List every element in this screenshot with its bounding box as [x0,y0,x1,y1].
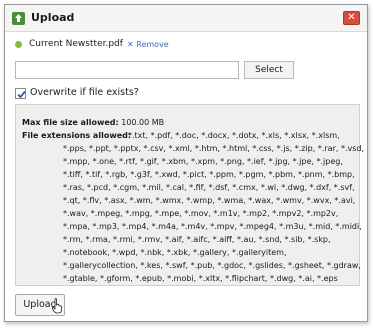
extensions-line: *.ras, *.pcd, *.cgm, *.mil, *.cal, *.fif… [63,183,355,192]
extensions-line: *.mpa, *.mp3, *.mp4, *.m4a, *.m4v, *.mpv… [63,222,362,231]
extensions-label: File extensions allowed: [22,131,132,140]
remove-icon: ✕ [127,40,134,49]
select-button[interactable]: Select [244,61,294,79]
extensions-line: *.qt, *.flv, *.asx, *.wm, *.wmx, *.wmp, … [63,196,356,205]
upload-restrictions-panel: Max file size allowed: 100.00 MB File ex… [15,104,364,286]
extensions-line: *.mpp, *.one, *.rtf, *.gif, *.xbm, *.xpm… [63,157,343,166]
file-path-input[interactable] [15,61,239,79]
remove-link[interactable]: ✕ Remove [127,40,169,49]
status-dot-icon [15,41,22,48]
remove-label: Remove [136,40,169,49]
extensions-line: *.rm, *.rma, *.rmi, *.rmv, *.aif, *.aifc… [63,235,331,244]
overwrite-label: Overwrite if file exists? [30,87,139,98]
extensions-line: *.gtable, *.gform, *.epub, *.mobi, *.xlt… [63,274,338,283]
extensions-line: *.pps, *.ppt, *.pptx, *.csv, *.xml, *.ht… [63,144,365,153]
close-button[interactable]: ✕ [343,11,360,25]
overwrite-checkbox[interactable] [15,88,26,99]
extensions-line: *.tiff, *.tif, *.rgb, *.g3f, *.xwd, *.pi… [63,170,355,179]
title-bar: Upload ✕ [5,5,367,32]
file-name: Current Newstter.pdf [29,39,123,49]
checkmark-icon [17,90,26,99]
upload-icon [12,12,25,25]
hand-pointer-icon [52,298,62,314]
max-size-label: Max file size allowed: [22,118,119,127]
extensions-line: *.wav, *.mpeg, *.mpg, *.mpe, *.mov, *.m1… [63,209,339,218]
extensions-line: *.gallerycollection, *.kes, *.swf, *.pub… [63,261,361,270]
max-size-value: 100.00 MB [121,118,165,127]
extensions-line: *.txt, *.pdf, *.doc, *.docx, *.dotx, *.x… [128,131,340,140]
extensions-line: *.notebook, *.wpd, *.nbk, *.xbk, *.galle… [63,248,287,257]
upload-dialog: Upload ✕ Current Newstter.pdf ✕ Remove S… [4,4,368,322]
max-file-size: Max file size allowed: 100.00 MB [22,118,164,127]
dialog-title: Upload [31,11,75,24]
